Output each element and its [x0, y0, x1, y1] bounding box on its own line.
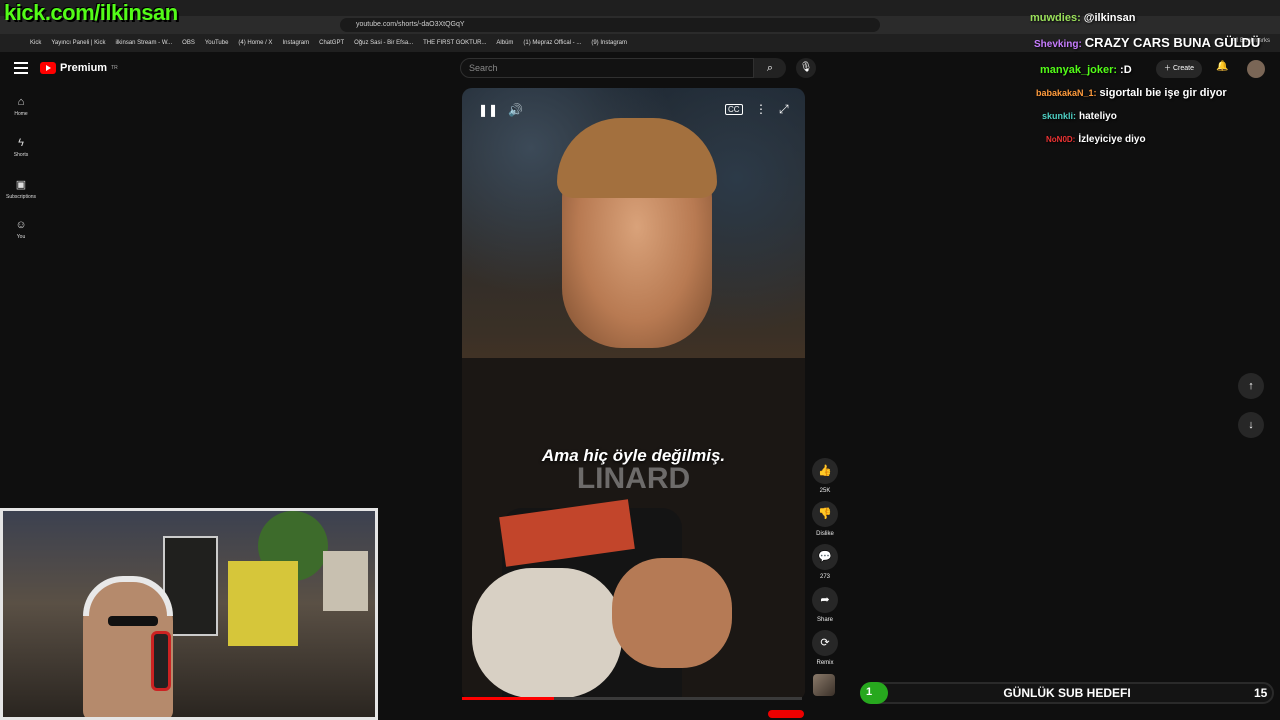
- thumbs-down-icon: 👎: [812, 501, 838, 527]
- chat-message: manyak_joker::D: [1040, 64, 1132, 76]
- bookmark-item[interactable]: (1) Mepraz Offical - ...: [523, 40, 581, 46]
- bookmark-item[interactable]: Instagram: [282, 40, 309, 46]
- chat-text: sigortalı bie işe gir diyor: [1099, 87, 1227, 99]
- bookmark-item[interactable]: (4) Home / X: [238, 40, 272, 46]
- sidebar-item-label: Shorts: [13, 152, 29, 158]
- webcam-poster: [323, 551, 368, 611]
- search-input[interactable]: Search: [460, 58, 754, 78]
- home-icon: ⌂: [17, 96, 25, 108]
- hamburger-menu-icon[interactable]: [14, 62, 28, 74]
- like-button[interactable]: 👍 25K: [810, 458, 840, 494]
- create-label: Create: [1172, 65, 1194, 72]
- remix-icon: ⟳: [812, 630, 838, 656]
- create-button[interactable]: ＋ Create: [1156, 60, 1202, 78]
- kick-channel-banner: kick.com/ilkinsan: [4, 0, 178, 25]
- volume-icon[interactable]: 🔊: [508, 103, 523, 117]
- thumbs-up-icon: 👍: [812, 458, 838, 484]
- bookmark-item[interactable]: THE FIRST GOKTUR...: [423, 40, 486, 46]
- comment-icon: 💬: [812, 544, 838, 570]
- chat-username: Shevking:: [1034, 39, 1082, 50]
- webcam-microphone: [151, 631, 171, 691]
- sidebar-item-subscriptions[interactable]: ▣ Subscriptions: [0, 178, 42, 200]
- subscriptions-icon: ▣: [15, 179, 27, 191]
- you-icon: ☺: [15, 219, 27, 231]
- webcam-glasses: [108, 616, 158, 626]
- bookmark-item[interactable]: OBS: [182, 40, 195, 46]
- bookmark-item[interactable]: Kick: [30, 40, 41, 46]
- stream-alert-bar: [768, 710, 804, 718]
- fullscreen-icon[interactable]: ⤢: [779, 102, 789, 117]
- sub-goal-title: GÜNLÜK SUB HEDEFI: [1003, 686, 1131, 700]
- shorts-video-player[interactable]: [462, 88, 805, 700]
- sidebar-item-label: Subscriptions: [5, 194, 36, 200]
- share-button[interactable]: ➦ Share: [810, 587, 840, 623]
- sidebar-item-home[interactable]: ⌂ Home: [0, 96, 42, 117]
- chat-text: hateliyo: [1079, 111, 1117, 122]
- chat-message: skunkli: hateliyo: [1042, 111, 1117, 122]
- shorts-icon: ϟ: [18, 137, 24, 149]
- pause-icon[interactable]: ❚❚: [478, 103, 498, 117]
- chat-text: :D: [1120, 64, 1132, 76]
- chat-username: NoN0D:: [1046, 135, 1076, 144]
- chat-message: muwdies: @ilkinsan: [1030, 12, 1135, 24]
- chat-username: skunkli:: [1042, 111, 1077, 121]
- bookmark-item[interactable]: ChatGPT: [319, 40, 344, 46]
- youtube-play-icon: [40, 62, 56, 74]
- youtube-logo[interactable]: Premium TR: [40, 62, 118, 74]
- chat-message: NoN0D: İzleyiciye diyo: [1046, 134, 1146, 145]
- captions-icon[interactable]: CC: [725, 104, 743, 115]
- sidebar-item-label: You: [16, 234, 26, 240]
- bookmark-item[interactable]: ilkinsan Stream - W...: [115, 40, 172, 46]
- bookmark-item[interactable]: YouTube: [205, 40, 229, 46]
- bookmark-item[interactable]: Oğuz Sasi - Bir Efsa...: [354, 40, 413, 46]
- more-options-icon[interactable]: ⋮: [755, 102, 767, 116]
- streamer-webcam: [0, 508, 378, 720]
- like-count: 25K: [819, 488, 831, 494]
- arrow-up-icon[interactable]: ↑: [1238, 373, 1264, 399]
- remix-label: Remix: [816, 660, 834, 666]
- dislike-label: Dislike: [816, 531, 834, 537]
- video-progress-fill: [462, 697, 554, 700]
- microphone-icon[interactable]: 🎙: [796, 58, 816, 78]
- webcam-headset: [83, 576, 173, 616]
- sub-goal-target: 15: [1254, 686, 1268, 700]
- chat-message: Shevking: CRAZY CARS BUNA GÜLDÜ: [1034, 35, 1260, 50]
- search-icon[interactable]: ⌕: [754, 58, 786, 78]
- arrow-down-icon[interactable]: ↓: [1238, 412, 1264, 438]
- share-label: Share: [816, 617, 833, 623]
- bookmark-item[interactable]: Yayıncı Paneli | Kick: [51, 40, 105, 46]
- url-field[interactable]: youtube.com/shorts/-daO3XtQGqY: [340, 18, 880, 32]
- video-watermark: LINARD: [576, 462, 691, 495]
- sidebar-item-shorts[interactable]: ϟ Shorts: [0, 137, 42, 158]
- sound-thumbnail[interactable]: [813, 674, 835, 696]
- chat-text: CRAZY CARS BUNA GÜLDÜ: [1084, 35, 1261, 50]
- bookmark-item[interactable]: (9) Instagram: [591, 40, 627, 46]
- comments-count: 273: [819, 574, 830, 580]
- chat-username: babakakaN_1:: [1036, 88, 1097, 98]
- video-subtitle: Ama hiç öyle değilmiş.: [541, 446, 726, 465]
- chat-username: manyak_joker:: [1040, 64, 1118, 76]
- video-person-hand: [612, 558, 732, 668]
- chat-message: babakakaN_1: sigortalı bie işe gir diyor: [1036, 87, 1227, 99]
- webcam-poster: [228, 561, 298, 646]
- chat-username: muwdies:: [1030, 12, 1081, 24]
- notification-bell-icon[interactable]: 🔔: [1216, 61, 1228, 72]
- avatar[interactable]: [1247, 60, 1265, 78]
- sidebar-item-label: Home: [14, 111, 28, 117]
- chat-text: İzleyiciye diyo: [1078, 134, 1146, 145]
- logo-text: Premium: [60, 62, 108, 74]
- video-shirt-skull: [472, 568, 622, 698]
- video-progress-bar[interactable]: [462, 697, 802, 700]
- share-icon: ➦: [812, 587, 838, 613]
- logo-region: TR: [111, 65, 118, 71]
- dislike-button[interactable]: 👎 Dislike: [810, 501, 840, 537]
- comments-button[interactable]: 💬 273: [810, 544, 840, 580]
- bookmark-item[interactable]: Albüm: [496, 40, 513, 46]
- chat-text: @ilkinsan: [1083, 12, 1136, 24]
- remix-button[interactable]: ⟳ Remix: [810, 630, 840, 666]
- sidebar-item-you[interactable]: ☺ You: [0, 219, 42, 240]
